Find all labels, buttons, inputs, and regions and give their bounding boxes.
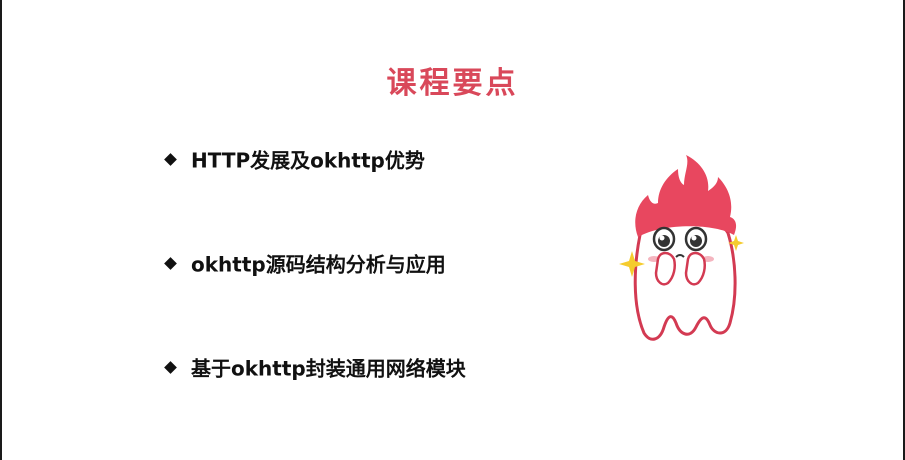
diamond-bullet-icon bbox=[164, 360, 177, 374]
diamond-bullet-icon bbox=[164, 152, 177, 166]
mascot-hands bbox=[654, 251, 676, 286]
list-item-text: 基于okhttp封装通用网络模块 bbox=[191, 356, 466, 381]
list-item-text: HTTP发展及okhttp优势 bbox=[191, 148, 425, 173]
list-item: okhttp源码结构分析与应用 bbox=[164, 244, 446, 284]
diamond-bullet-icon bbox=[164, 256, 177, 270]
slide-title: 课程要点 bbox=[386, 66, 519, 101]
list-item: HTTP发展及okhttp优势 bbox=[164, 140, 425, 180]
slide: 课程要点 HTTP发展及okhttp优势 okhttp源码结构分析与应用 基于o… bbox=[0, 0, 905, 460]
list-item-text: okhttp源码结构分析与应用 bbox=[191, 252, 446, 277]
list-item: 基于okhttp封装通用网络模块 bbox=[164, 348, 466, 388]
mascot-flame bbox=[635, 155, 737, 237]
flame-head-mascot-illustration bbox=[619, 155, 744, 341]
